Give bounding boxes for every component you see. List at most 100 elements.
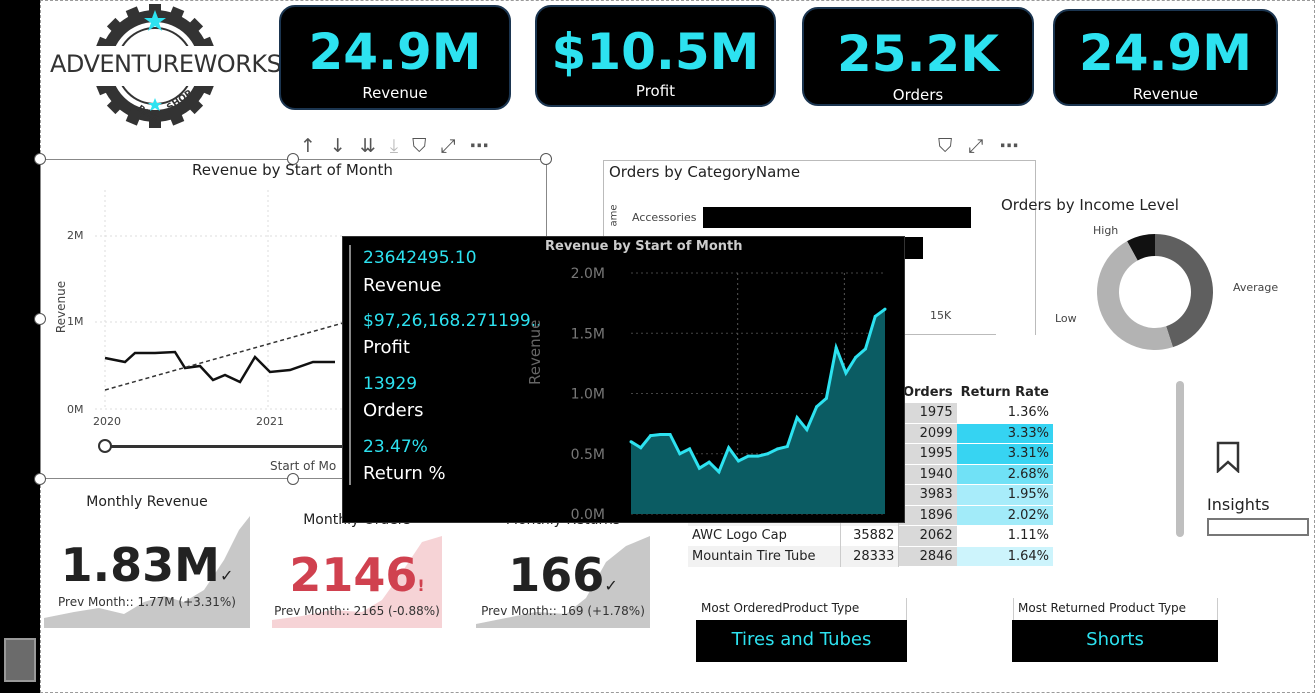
product-name-cell: Mountain Tire Tube — [688, 546, 842, 567]
data-point — [844, 371, 848, 375]
monthly-returns-card[interactable]: Monthly Returns 166✓ Prev Month:: 169 (+… — [476, 512, 650, 628]
kpi-label: Profit — [635, 82, 676, 100]
data-point — [863, 347, 867, 351]
monthly-value: 1.83M✓ — [44, 538, 250, 592]
tooltip-divider — [349, 245, 351, 485]
col-header-orders[interactable]: Orders — [899, 382, 957, 403]
donut-label-high: High — [1093, 224, 1119, 237]
resize-handle[interactable] — [34, 313, 46, 325]
data-point — [834, 346, 838, 350]
most-ordered-value[interactable]: Tires and Tubes — [696, 620, 907, 662]
focus-mode-icon[interactable]: ⤢ — [440, 135, 455, 157]
data-point — [746, 454, 750, 458]
filter-icon[interactable]: ⛉ — [938, 135, 952, 157]
kpi-card-orders[interactable]: 25.2K Orders — [802, 7, 1034, 106]
expand-next-level-icon[interactable]: ⇊ — [360, 135, 376, 157]
data-point — [736, 459, 740, 463]
alert-icon: ! — [417, 576, 425, 595]
date-slider-track[interactable] — [104, 445, 354, 448]
data-point — [883, 307, 887, 311]
bookmark-icon[interactable] — [1216, 441, 1240, 473]
data-point — [815, 405, 819, 409]
resize-handle[interactable] — [287, 473, 299, 485]
kpi-label: Revenue — [1132, 85, 1199, 103]
data-point — [756, 454, 760, 458]
left-scroll-thumb[interactable] — [4, 638, 36, 682]
category-label: Accessories — [632, 211, 697, 224]
data-point — [678, 452, 682, 456]
return-rate-cell: 1.36% — [956, 402, 1053, 424]
table-row[interactable]: AWC Logo Cap 35882 2062 1.11% — [688, 525, 1053, 547]
more-options-icon[interactable]: ⋯ — [470, 135, 489, 157]
data-point — [785, 445, 789, 449]
income-donut-chart[interactable] — [1090, 230, 1220, 360]
monthly-value: 166✓ — [476, 548, 650, 602]
drill-up-icon[interactable]: ↑ — [300, 135, 316, 157]
kpi-label: Revenue — [362, 84, 428, 102]
kpi-value: $10.5M — [551, 23, 760, 81]
drill-down-icon[interactable]: ↓ — [330, 135, 346, 157]
return-rate-cell: 3.33% — [956, 423, 1053, 444]
kpi-card-profit[interactable]: $10.5M Profit — [535, 5, 776, 107]
kpi-card-revenue[interactable]: 24.9M Revenue — [279, 5, 511, 110]
adventureworks-logo: BIKE SHOP ADVENTUREWORKS — [48, 4, 282, 128]
tooltip-label: Profit — [363, 337, 410, 358]
monthly-revenue-card[interactable]: Monthly Revenue 1.83M✓ Prev Month:: 1.77… — [44, 490, 250, 628]
resize-handle[interactable] — [34, 473, 46, 485]
data-point — [805, 428, 809, 432]
data-point — [707, 460, 711, 464]
monthly-value-text: 166 — [508, 548, 605, 602]
table-row[interactable]: Mountain Tire Tube 28333 2846 1.64% — [688, 546, 1053, 567]
monthly-orders-card[interactable]: Monthly Orders 2146! Prev Month:: 2165 (… — [272, 512, 442, 628]
check-icon: ✓ — [604, 576, 618, 595]
monthly-title: Monthly Revenue — [86, 494, 208, 510]
insights-label[interactable]: Insights — [1207, 495, 1270, 514]
tooltip-value: $97,26,168.271199.. — [363, 311, 542, 331]
category-axis-title: ame — [608, 204, 620, 227]
kpi-card-revenue-2[interactable]: 24.9M Revenue — [1053, 9, 1278, 106]
tooltip-chart-title: Revenue by Start of Month — [545, 239, 743, 254]
x-axis-title: Start of Mo — [270, 459, 337, 473]
table-scrollbar[interactable] — [1176, 381, 1184, 537]
insights-button[interactable] — [1207, 518, 1309, 536]
revenue-chart-title: Revenue by Start of Month — [192, 161, 393, 179]
tooltip-value: 23.47% — [363, 437, 428, 457]
y-tick-label: 1.0M — [571, 387, 605, 403]
data-point — [776, 447, 780, 451]
filter-icon[interactable]: ⛉ — [412, 135, 426, 157]
most-returned-label: Most Returned Product Type — [1013, 598, 1218, 620]
chart-divider — [896, 334, 996, 335]
date-slider-handle[interactable] — [98, 439, 112, 453]
data-point — [854, 355, 858, 359]
kpi-value: 25.2K — [836, 25, 1000, 83]
more-options-icon[interactable]: ⋯ — [999, 135, 1018, 157]
resize-handle[interactable] — [540, 153, 552, 165]
tooltip-value: 13929 — [363, 374, 418, 394]
data-point — [824, 396, 828, 400]
monthly-value-text: 1.83M — [60, 538, 220, 592]
resize-handle[interactable] — [34, 153, 46, 165]
data-point — [717, 470, 721, 474]
orders-cell: 1975 — [898, 402, 957, 424]
most-returned-value[interactable]: Shorts — [1012, 620, 1218, 662]
check-icon: ✓ — [219, 566, 234, 585]
donut-label-average: Average — [1233, 281, 1279, 294]
col-header-return-rate[interactable]: Return Rate — [957, 382, 1053, 403]
category-chart-title: Orders by CategoryName — [609, 163, 801, 181]
data-point — [688, 447, 692, 451]
donut-slice-low[interactable] — [1097, 241, 1173, 350]
orders-cell: 1995 — [898, 443, 957, 465]
category-bar[interactable] — [703, 207, 971, 228]
data-point — [639, 446, 643, 450]
donut-label-low: Low — [1055, 312, 1077, 325]
category-bar[interactable] — [905, 237, 923, 259]
left-scroll-track[interactable] — [0, 0, 40, 693]
orders-cell: 1940 — [898, 464, 957, 485]
product-qty-cell: 28333 — [840, 546, 900, 567]
return-rate-cell: 3.31% — [956, 443, 1053, 465]
data-point — [649, 434, 653, 438]
data-point — [795, 416, 799, 420]
product-name-cell: AWC Logo Cap — [688, 525, 842, 546]
focus-mode-icon[interactable]: ⤢ — [968, 135, 983, 157]
expand-hierarchy-icon[interactable]: ⤓ — [390, 135, 398, 157]
